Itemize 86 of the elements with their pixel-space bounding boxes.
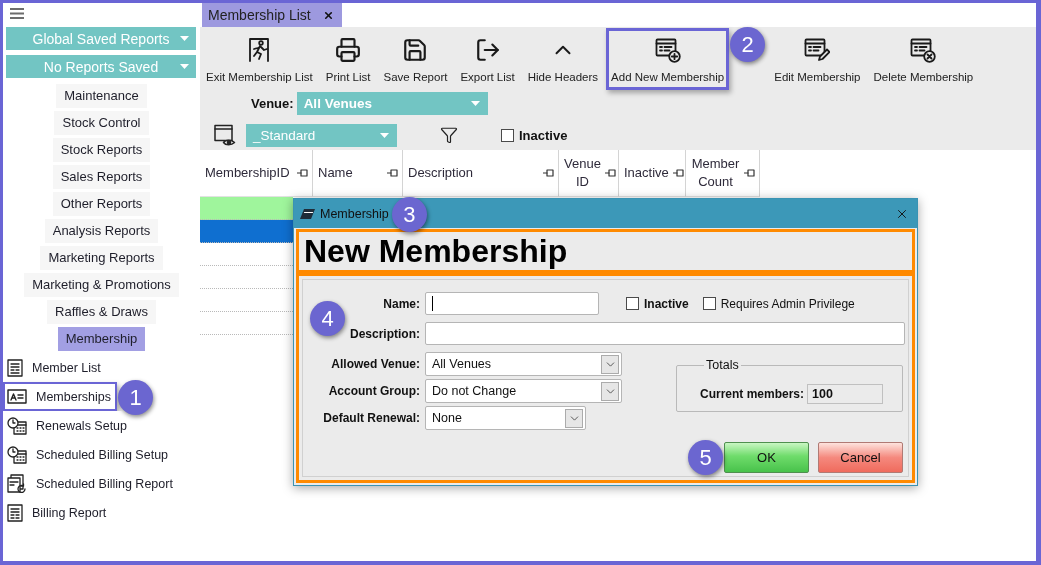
tab[interactable]: Membership List	[202, 3, 342, 27]
printer-icon	[335, 37, 362, 63]
ok-button[interactable]: OK	[724, 442, 809, 473]
chevron-down-icon	[601, 381, 619, 401]
field-label: Account Group:	[327, 384, 420, 398]
caret-down-icon	[180, 36, 189, 41]
caret-down-icon	[470, 101, 480, 106]
step-badge: 3	[391, 196, 427, 232]
nav-link[interactable]: Stock Control	[54, 111, 149, 135]
window-title: Membership	[320, 206, 389, 221]
filter-icon[interactable]	[440, 126, 458, 144]
menu-icon[interactable]	[10, 8, 24, 19]
step-badge: 5	[688, 440, 723, 475]
clock-calendar-icon	[7, 416, 27, 435]
checkbox[interactable]	[702, 297, 716, 310]
input-field[interactable]	[425, 292, 599, 315]
nav-link[interactable]: Raffles & Draws	[47, 300, 156, 324]
window-eye-icon[interactable]	[214, 124, 236, 146]
column-header[interactable]: Member Count	[686, 150, 760, 197]
checkbox-label: Inactive	[644, 296, 689, 311]
caret-down-icon	[380, 132, 389, 138]
field-label: Venue:	[251, 96, 294, 111]
close-icon[interactable]	[322, 9, 334, 21]
pin-icon	[543, 169, 554, 177]
select-field[interactable]: None	[425, 406, 586, 430]
list-delete-icon	[910, 37, 937, 63]
toolbar-button[interactable]: Hide Headers	[522, 28, 604, 90]
nav-link[interactable]: Other Reports	[52, 192, 151, 216]
group-title: Totals	[705, 358, 740, 372]
pin-icon	[744, 169, 755, 177]
pin-icon	[604, 169, 616, 177]
chevron-down-icon	[601, 354, 619, 374]
pin-icon	[387, 169, 398, 177]
field-label: Current members:	[700, 387, 805, 401]
checkbox-label: Inactive	[519, 127, 568, 143]
pin-icon	[297, 169, 308, 177]
cancel-button[interactable]: Cancel	[818, 442, 903, 473]
readonly-field: 100	[807, 384, 884, 404]
export-icon	[474, 37, 501, 63]
clock-calendar-icon	[7, 445, 27, 464]
step-badge: 4	[310, 301, 345, 336]
toolbar-button[interactable]: Edit Membership	[769, 28, 866, 90]
field-label: Default Renewal:	[322, 411, 420, 425]
column-header[interactable]: Inactive	[619, 150, 686, 197]
pin-icon	[672, 169, 684, 177]
column-header[interactable]: Venue ID	[559, 150, 619, 197]
column-header[interactable]: MembershipID	[200, 150, 313, 197]
field-label: Name:	[382, 296, 420, 311]
nav-link[interactable]: Stock Reports	[52, 138, 151, 162]
id-card-icon	[7, 389, 27, 404]
toolbar-button[interactable]: Delete Membership	[868, 28, 979, 90]
input-field[interactable]	[425, 322, 905, 345]
list-add-icon	[654, 37, 681, 63]
nav-link[interactable]: Marketing & Promotions	[24, 273, 179, 297]
toolbar-button[interactable]: Add New Membership	[606, 28, 730, 90]
field-label: Description:	[349, 326, 420, 341]
nav-link[interactable]: Analysis Reports	[44, 219, 159, 243]
table-row[interactable]	[200, 220, 293, 243]
nav-link[interactable]: Marketing Reports	[40, 246, 163, 270]
document-icon	[7, 358, 23, 377]
toolbar-button[interactable]: Print List	[320, 28, 376, 90]
select-field[interactable]: Do not Change	[425, 379, 622, 403]
nav-link[interactable]: Sales Reports	[52, 165, 151, 189]
report-refresh-icon	[7, 473, 27, 494]
sidebar-item[interactable]: Memberships	[3, 382, 117, 411]
checkbox[interactable]	[626, 297, 639, 310]
list-edit-icon	[804, 37, 831, 63]
select-field[interactable]: All Venues	[425, 352, 622, 376]
field-label: Allowed Venue:	[330, 357, 420, 371]
app-icon	[300, 208, 315, 219]
checkbox[interactable]	[501, 128, 514, 142]
nav-link[interactable]: Membership	[57, 327, 146, 351]
caret-down-icon	[180, 64, 189, 69]
report-icon	[7, 503, 23, 522]
toolbar-button[interactable]: Exit Membership List	[201, 28, 318, 90]
checkbox-label: Requires Admin Privilege	[720, 296, 855, 311]
column-header[interactable]: Description	[403, 150, 559, 197]
step-badge: 1	[118, 380, 153, 415]
column-header[interactable]: Name	[313, 150, 403, 197]
nav-link[interactable]: Maintenance	[56, 84, 147, 108]
dialog-heading: New Membership	[304, 232, 568, 270]
step-badge: 2	[730, 27, 766, 62]
save-icon	[402, 37, 429, 63]
toolbar-button[interactable]: Export List	[455, 28, 520, 90]
toolbar-button[interactable]: Save Report	[378, 28, 453, 90]
chevron-down-icon	[565, 408, 583, 428]
